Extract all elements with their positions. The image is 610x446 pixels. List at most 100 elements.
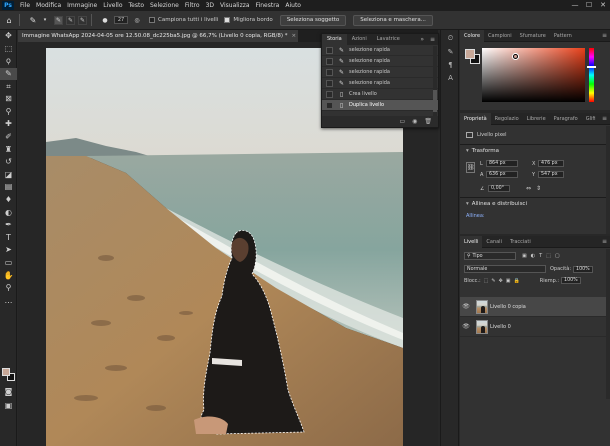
brush-settings-icon[interactable]: ✎ xyxy=(441,45,460,58)
flip-vertical-icon[interactable]: ⇕ xyxy=(536,185,541,192)
history-state[interactable]: ✎ selezione rapida xyxy=(322,67,438,78)
filter-shape-icon[interactable]: ⬚ xyxy=(546,253,551,259)
enhance-edge-checkbox[interactable] xyxy=(224,17,231,23)
color-picker-field[interactable] xyxy=(482,48,585,102)
tab-lavatrice[interactable]: Lavatrice xyxy=(372,34,405,45)
history-scrollbar[interactable] xyxy=(433,46,437,116)
sample-all-layers-checkbox[interactable] xyxy=(149,17,155,23)
filter-type-icon[interactable]: T xyxy=(539,253,542,259)
menu-visualizza[interactable]: Visualizza xyxy=(217,2,253,9)
lock-position-icon[interactable]: ✥ xyxy=(499,278,503,284)
frame-tool-icon[interactable]: ⊠ xyxy=(0,93,17,106)
angle-field[interactable]: 0,00° xyxy=(488,185,510,192)
paragraph-icon[interactable]: ¶ xyxy=(441,58,460,71)
home-icon[interactable]: ⌂ xyxy=(3,14,15,26)
menu-selezione[interactable]: Selezione xyxy=(147,2,182,9)
chevron-down-icon[interactable]: ▾ xyxy=(39,14,51,26)
tab-storia[interactable]: Storia xyxy=(322,34,347,45)
history-brush-source[interactable] xyxy=(326,46,333,54)
history-brush-source[interactable] xyxy=(326,79,333,87)
blend-mode-select[interactable]: Normale xyxy=(464,265,546,273)
properties-scrollbar[interactable] xyxy=(606,126,610,234)
color-picker-marker[interactable] xyxy=(513,54,518,59)
eraser-tool-icon[interactable]: ◪ xyxy=(0,169,17,182)
marquee-tool-icon[interactable]: ⬚ xyxy=(0,43,17,56)
flip-horizontal-icon[interactable]: ⇔ xyxy=(526,185,531,192)
tab-livelli[interactable]: Livelli xyxy=(460,235,483,248)
tab-regolazioni[interactable]: Regolazio xyxy=(491,113,523,125)
dodge-tool-icon[interactable]: ◐ xyxy=(0,206,17,219)
width-field[interactable]: 864 px xyxy=(486,160,518,167)
path-selection-tool-icon[interactable]: ➤ xyxy=(0,244,17,257)
panel-menu-icon[interactable]: ≡ xyxy=(602,236,607,248)
brush-tool-icon[interactable]: ✐ xyxy=(0,131,17,144)
filter-adjustment-icon[interactable]: ◐ xyxy=(531,253,535,259)
delete-state-icon[interactable]: 🗑 xyxy=(424,118,432,125)
pen-tool-icon[interactable]: ✒ xyxy=(0,219,17,232)
document-tab[interactable]: Immagine WhatsApp 2024-04-05 ore 12.50.0… xyxy=(18,30,298,42)
filter-type-select[interactable]: ⚲ Tipo xyxy=(464,252,516,260)
zoom-tool-icon[interactable]: ⚲ xyxy=(0,282,17,295)
new-document-from-state-icon[interactable]: ▭ xyxy=(399,118,405,125)
gradient-tool-icon[interactable]: ▤ xyxy=(0,181,17,194)
subtract-from-selection-icon[interactable]: ✎ xyxy=(78,15,87,25)
menu-modifica[interactable]: Modifica xyxy=(33,2,64,9)
brush-size-field[interactable]: 27 xyxy=(114,16,128,24)
menu-file[interactable]: File xyxy=(17,2,33,9)
menu-3d[interactable]: 3D xyxy=(203,2,217,9)
move-tool-icon[interactable]: ✥ xyxy=(0,30,17,43)
panel-menu-icon[interactable]: ≡ xyxy=(430,34,435,45)
create-snapshot-icon[interactable]: ◉ xyxy=(412,118,417,125)
align-section-header[interactable]: ▾ Allinea e distribuisci xyxy=(466,201,527,207)
tab-proprieta[interactable]: Proprietà xyxy=(460,112,491,125)
tab-pattern[interactable]: Pattern xyxy=(550,30,576,42)
menu-finestra[interactable]: Finestra xyxy=(253,2,283,9)
scroll-thumb[interactable] xyxy=(433,90,437,112)
tab-librerie[interactable]: Librerie xyxy=(523,113,550,125)
tab-azioni[interactable]: Azioni xyxy=(347,34,372,45)
fill-field[interactable]: 100% xyxy=(561,277,582,284)
history-brush-tool-icon[interactable]: ↺ xyxy=(0,156,17,169)
history-state[interactable]: ✎ selezione rapida xyxy=(322,78,438,89)
foreground-color-swatch[interactable] xyxy=(2,368,10,376)
clone-stamp-tool-icon[interactable]: ♜ xyxy=(0,143,17,156)
brush-angle-icon[interactable]: ◎ xyxy=(131,14,143,26)
lock-pixels-icon[interactable]: ✎ xyxy=(491,278,495,284)
tab-campioni[interactable]: Campioni xyxy=(484,30,516,42)
filter-pixel-icon[interactable]: ▣ xyxy=(522,253,527,259)
menu-testo[interactable]: Testo xyxy=(126,2,148,9)
hand-tool-icon[interactable]: ✋ xyxy=(0,269,17,282)
transform-section-header[interactable]: ▾ Trasforma xyxy=(466,148,499,154)
healing-brush-tool-icon[interactable]: ✚ xyxy=(0,118,17,131)
eye-icon[interactable]: 👁 xyxy=(460,323,472,330)
history-brush-source[interactable] xyxy=(326,101,333,109)
lock-transparent-icon[interactable]: ⬚ xyxy=(484,278,489,284)
color-swatches[interactable] xyxy=(2,368,16,382)
character-icon[interactable]: A xyxy=(441,71,460,84)
maximize-icon[interactable]: ☐ xyxy=(582,0,596,11)
add-to-selection-icon[interactable]: ✎ xyxy=(66,15,75,25)
menu-aiuto[interactable]: Aiuto xyxy=(282,2,304,9)
layer-row[interactable]: 👁 Livello 0 xyxy=(460,317,610,337)
lasso-tool-icon[interactable]: ϙ xyxy=(0,55,17,68)
close-icon[interactable]: ✕ xyxy=(596,0,610,11)
link-proportions-icon[interactable]: ⛓ xyxy=(466,162,475,173)
lock-artboard-icon[interactable]: ▣ xyxy=(506,278,511,284)
history-brush-source[interactable] xyxy=(326,68,333,76)
lock-all-icon[interactable]: 🔒 xyxy=(514,278,520,284)
select-and-mask-button[interactable]: Seleziona e maschera... xyxy=(353,14,433,26)
select-subject-button[interactable]: Seleziona soggetto xyxy=(279,14,347,26)
tab-paragrafo[interactable]: Paragrafo xyxy=(550,113,582,125)
panel-menu-icon[interactable]: ≡ xyxy=(602,30,607,42)
tab-colore[interactable]: Colore xyxy=(460,29,485,42)
layer-row[interactable]: 👁 Livello 0 copia xyxy=(460,297,610,317)
layer-name[interactable]: Livello 0 xyxy=(490,324,511,330)
tab-sfumature[interactable]: Sfumature xyxy=(516,30,550,42)
crop-tool-icon[interactable]: ⌗ xyxy=(0,80,17,93)
menu-livello[interactable]: Livello xyxy=(100,2,125,9)
minimize-icon[interactable]: — xyxy=(568,0,582,11)
brush-preview-icon[interactable]: ● xyxy=(99,14,111,26)
history-state[interactable]: ✎ selezione rapida xyxy=(322,45,438,56)
history-brush-source[interactable] xyxy=(326,57,333,65)
filter-smart-object-icon[interactable]: ▢ xyxy=(555,253,560,259)
